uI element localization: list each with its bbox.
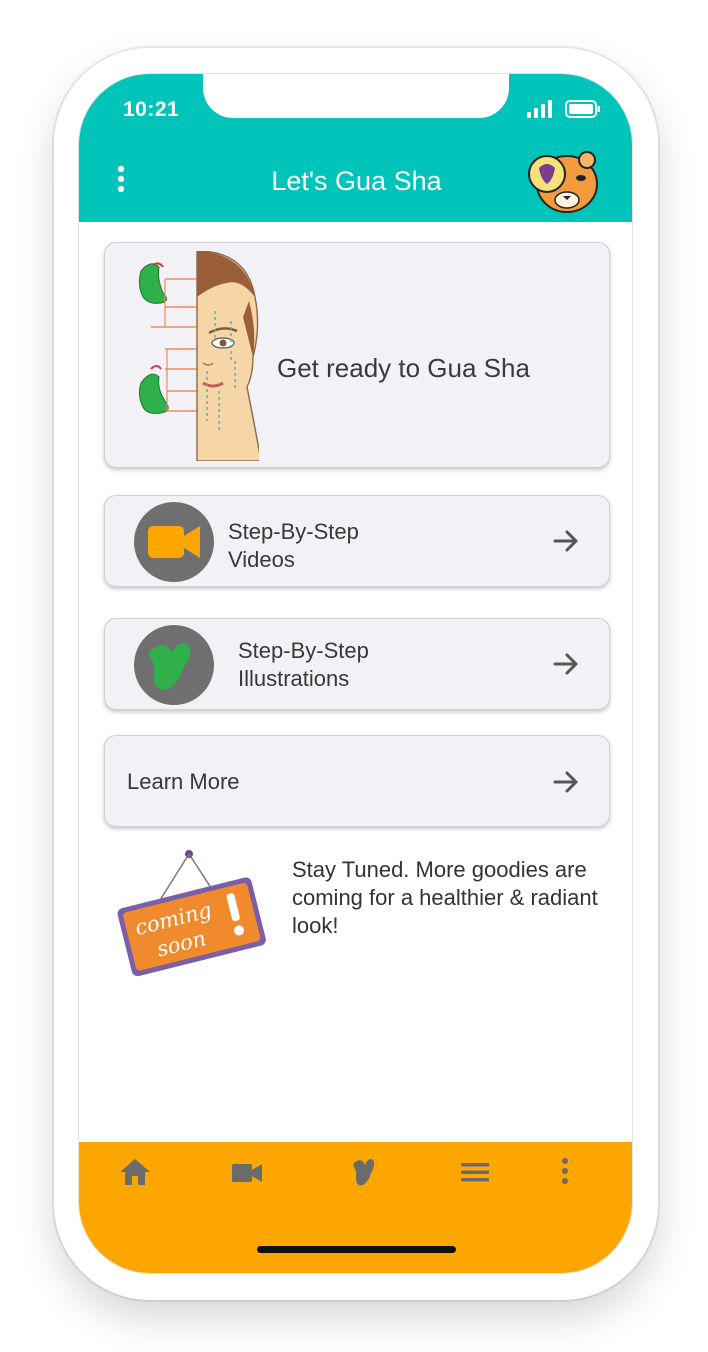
videos-label-line2: Videos [228,547,295,572]
videos-label: Step-By-Step Videos [228,518,359,574]
step-by-step-illustrations-button[interactable]: Step-By-Step Illustrations [104,618,610,710]
device-notch [203,74,509,118]
get-ready-label: Get ready to Gua Sha [277,353,530,383]
top-app-bar: 10:21 Let's Gua Sha [79,74,632,222]
signal-icon [527,100,552,118]
mascot-avatar[interactable] [527,148,605,214]
illustrations-icon-badge [134,625,214,705]
coming-soon-message: Stay Tuned. More goodies are coming for … [292,857,598,938]
step-by-step-videos-button[interactable]: Step-By-Step Videos [104,495,610,587]
list-icon[interactable] [457,1156,493,1188]
home-indicator [257,1246,456,1253]
videos-label-line1: Step-By-Step [228,519,359,544]
illustrations-label-line1: Step-By-Step [238,638,369,663]
learn-more-button[interactable]: Learn More [104,735,610,827]
illustrations-label-line2: Illustrations [238,666,350,691]
gua-sha-stone-icon [148,643,191,690]
status-time: 10:21 [123,98,180,121]
arrow-right-icon [553,653,578,675]
learn-more-label: Learn More [127,769,240,794]
video-icon-badge [134,502,214,582]
home-icon[interactable] [117,1156,153,1188]
arrow-right-icon [553,771,578,793]
video-camera-icon[interactable] [229,1156,265,1188]
app-screen: 10:21 Let's Gua Sha Get ready to Gua Sha… [78,73,633,1274]
coming-soon-sign-image: coming soon [117,850,266,977]
illustrations-label: Step-By-Step Illustrations [238,637,369,693]
more-dots-icon[interactable] [547,1156,583,1188]
gua-sha-stone-icon[interactable] [349,1156,385,1188]
bottom-navigation [79,1142,632,1273]
battery-icon [565,100,600,118]
face-gua-sha-illustration [138,251,259,461]
get-ready-card[interactable]: Get ready to Gua Sha [104,242,610,468]
video-camera-icon [148,526,200,558]
arrow-right-icon [553,530,578,552]
